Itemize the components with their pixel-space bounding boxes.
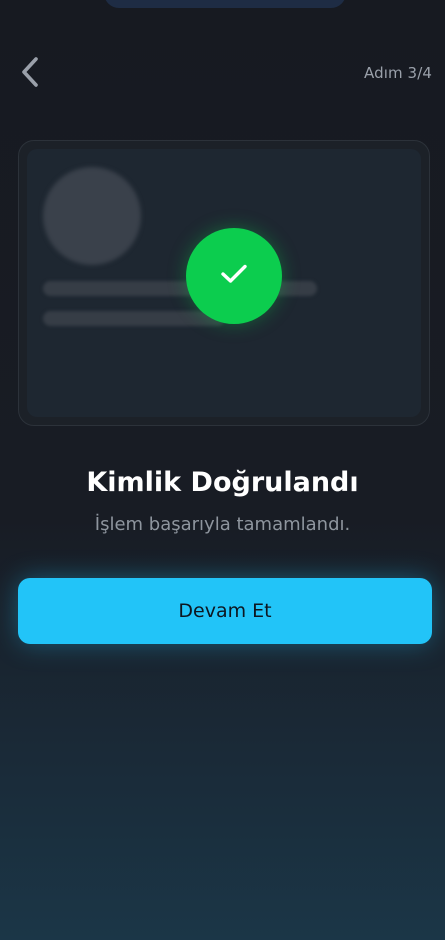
blurred-photo-placeholder: [43, 167, 141, 265]
blurred-text-line: [43, 311, 225, 326]
top-handle: [104, 0, 346, 8]
continue-button[interactable]: Devam Et: [18, 578, 432, 644]
check-icon: [219, 262, 249, 290]
page-title: Kimlik Doğrulandı: [86, 467, 359, 498]
page-subtitle: İşlem başarıyla tamamlandı.: [94, 514, 351, 535]
chevron-left-icon: [19, 56, 41, 92]
id-card-preview: [18, 140, 430, 426]
back-button[interactable]: [10, 52, 50, 96]
id-card-inner: [27, 149, 421, 417]
success-badge: [186, 228, 282, 324]
step-indicator: Adım 3/4: [363, 64, 432, 82]
